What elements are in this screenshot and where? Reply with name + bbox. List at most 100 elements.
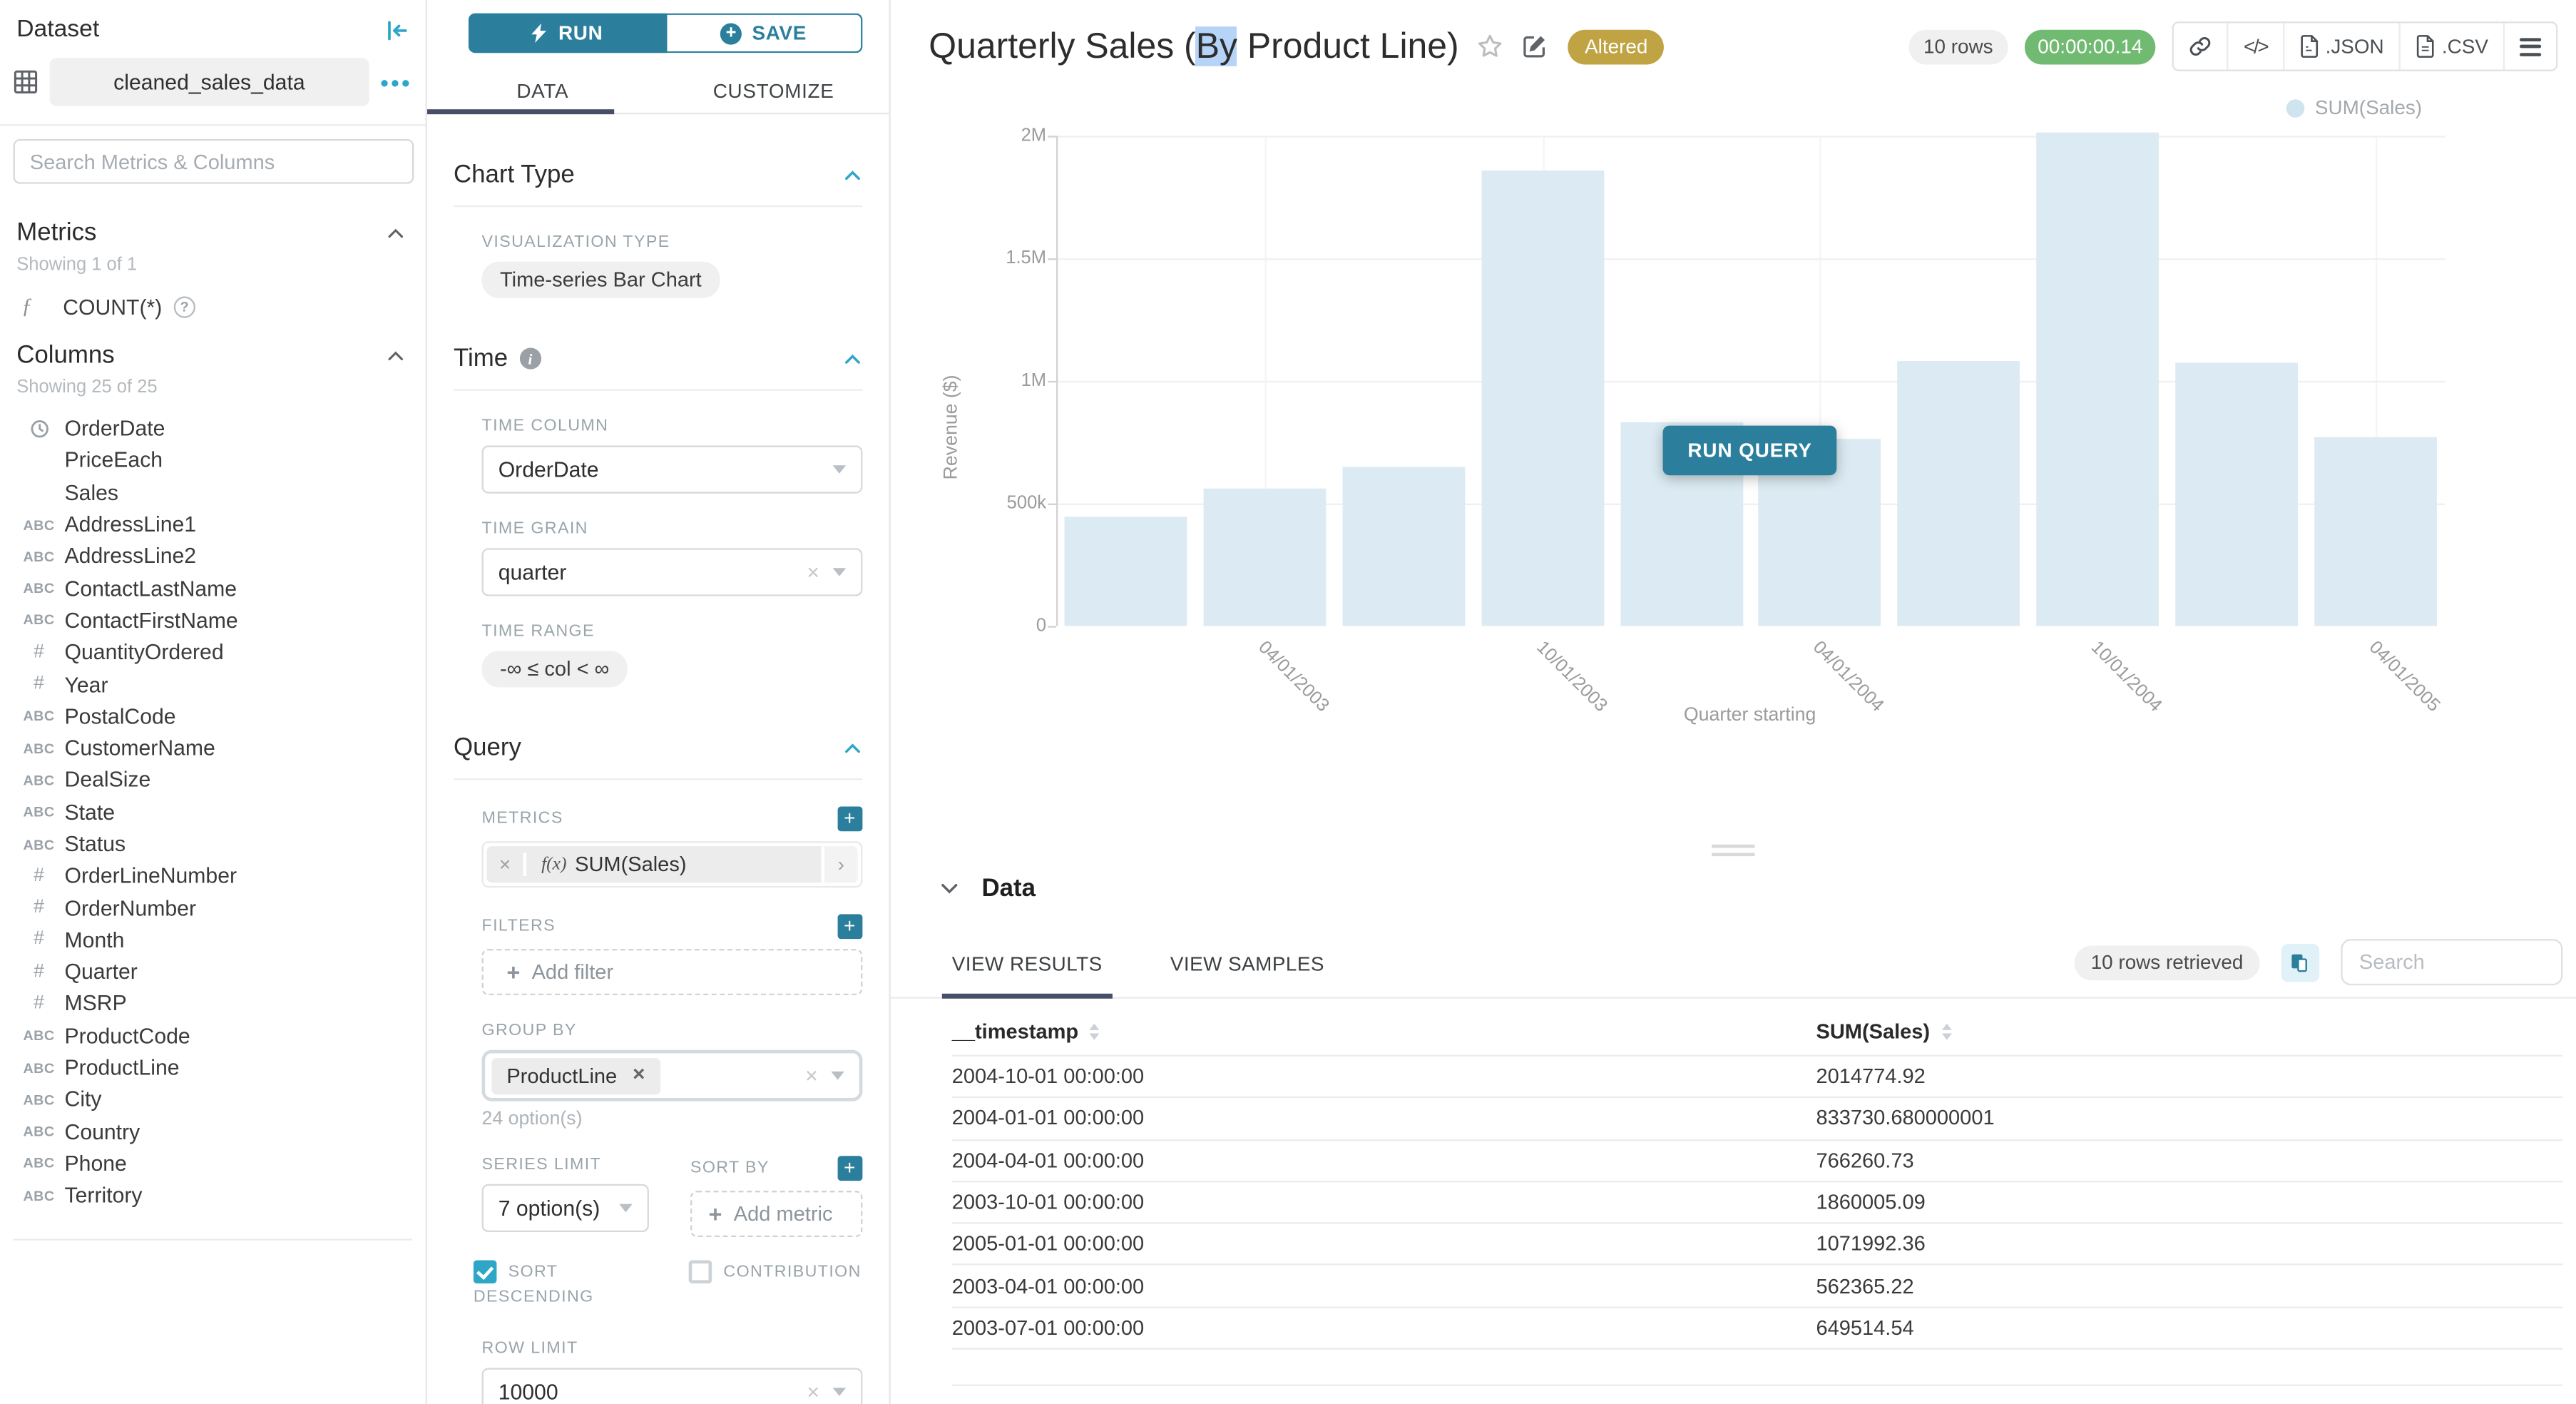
run-button[interactable]: RUN: [469, 14, 666, 54]
text-type-icon: ABC: [14, 835, 65, 852]
cell-timestamp: 2004-04-01 00:00:00: [952, 1149, 1816, 1171]
column-item[interactable]: ABCTerritory: [0, 1179, 426, 1211]
collapse-panel-icon[interactable]: [384, 17, 409, 42]
column-item[interactable]: ABCPostalCode: [0, 700, 426, 732]
copy-data-button[interactable]: [2281, 943, 2319, 981]
column-item[interactable]: ABCState: [0, 796, 426, 828]
search-metrics-columns-input[interactable]: [14, 139, 414, 184]
column-item[interactable]: #Month: [0, 924, 426, 956]
column-item[interactable]: #OrderLineNumber: [0, 860, 426, 892]
column-header-timestamp[interactable]: __timestamp: [952, 1020, 1816, 1043]
tab-view-results[interactable]: VIEW RESULTS: [952, 942, 1103, 997]
section-collapse-icon[interactable]: [843, 165, 863, 185]
metric-item[interactable]: ƒ COUNT(*) ?: [0, 275, 426, 320]
export-csv-button[interactable]: .CSV: [2399, 23, 2503, 69]
tab-data[interactable]: DATA: [427, 74, 658, 112]
column-item[interactable]: ABCContactFirstName: [0, 604, 426, 636]
dataset-more-icon[interactable]: •••: [380, 73, 412, 90]
columns-collapse-icon[interactable]: [386, 345, 406, 365]
tab-customize[interactable]: CUSTOMIZE: [658, 74, 889, 112]
chart-canvas: SUM(Sales) Revenue ($) 0500k1M1.5M2M04/0…: [891, 89, 2576, 841]
favorite-star-icon[interactable]: [1476, 31, 1506, 61]
contribution-checkbox[interactable]: [689, 1261, 712, 1283]
text-type-icon: ABC: [14, 1059, 65, 1076]
group-by-select[interactable]: ProductLine ✕ ×: [481, 1050, 862, 1102]
column-item[interactable]: #MSRP: [0, 987, 426, 1019]
dataset-name[interactable]: cleaned_sales_data: [50, 58, 369, 106]
add-filter-button[interactable]: +: [838, 914, 863, 939]
edit-title-icon[interactable]: [1522, 33, 1548, 59]
metric-chip[interactable]: × f(x) SUM(Sales) ›: [486, 846, 857, 882]
column-item[interactable]: ABCCustomerName: [0, 732, 426, 764]
table-row: 2004-01-01 00:00:00833730.680000001: [952, 1097, 2563, 1139]
bar[interactable]: [1898, 360, 2020, 626]
column-item[interactable]: ABCProductLine: [0, 1052, 426, 1084]
column-item[interactable]: OrderDate: [0, 412, 426, 444]
bar[interactable]: [1342, 467, 1465, 626]
column-item[interactable]: ABCStatus: [0, 828, 426, 860]
column-item[interactable]: #OrderNumber: [0, 892, 426, 924]
export-json-button[interactable]: .JSON: [2282, 23, 2398, 69]
clear-icon[interactable]: ×: [805, 1067, 818, 1084]
section-collapse-icon[interactable]: [843, 349, 863, 369]
chart-menu-button[interactable]: [2503, 23, 2556, 69]
column-item[interactable]: ABCCountry: [0, 1115, 426, 1147]
chevron-down-icon: [619, 1204, 633, 1213]
visualization-type-value[interactable]: Time-series Bar Chart: [481, 262, 720, 298]
data-panel-collapse-icon[interactable]: [939, 878, 960, 899]
series-limit-select[interactable]: 7 option(s): [481, 1184, 648, 1232]
copy-link-button[interactable]: [2174, 23, 2227, 69]
chevron-down-icon: [831, 1072, 844, 1080]
remove-chip-icon[interactable]: ✕: [632, 1067, 645, 1085]
metrics-collapse-icon[interactable]: [386, 223, 406, 243]
column-item[interactable]: ABCAddressLine2: [0, 540, 426, 572]
number-type-icon: #: [14, 962, 65, 982]
column-item[interactable]: ABCAddressLine1: [0, 508, 426, 540]
column-item-label: OrderDate: [65, 416, 165, 441]
time-range-label: TIME RANGE: [481, 623, 862, 641]
bar[interactable]: [1203, 488, 1326, 626]
bar[interactable]: [2176, 363, 2299, 626]
tab-view-samples[interactable]: VIEW SAMPLES: [1170, 942, 1324, 997]
clear-icon[interactable]: ×: [807, 564, 819, 580]
chevron-right-icon[interactable]: ›: [821, 846, 857, 882]
add-filter-dropzone[interactable]: + Add filter: [481, 949, 862, 995]
column-item[interactable]: #Year: [0, 668, 426, 700]
column-item[interactable]: ABCPhone: [0, 1147, 426, 1179]
add-metric-button[interactable]: +: [838, 806, 863, 831]
bar[interactable]: [1481, 170, 1604, 626]
chart-legend[interactable]: SUM(Sales): [2286, 96, 2422, 119]
time-range-value[interactable]: -∞ ≤ col < ∞: [481, 651, 627, 687]
column-item[interactable]: ABCDealSize: [0, 764, 426, 796]
time-grain-select[interactable]: quarter ×: [481, 548, 862, 596]
bar[interactable]: [1064, 517, 1187, 626]
save-button[interactable]: + SAVE: [666, 14, 862, 54]
add-sort-metric-button[interactable]: +: [838, 1156, 863, 1181]
column-item[interactable]: PriceEach: [0, 444, 426, 477]
section-collapse-icon[interactable]: [843, 738, 863, 758]
results-search-input[interactable]: [2341, 939, 2562, 985]
column-item[interactable]: ABCProductCode: [0, 1019, 426, 1052]
column-item[interactable]: Sales: [0, 477, 426, 509]
row-limit-select[interactable]: 10000 ×: [481, 1368, 862, 1404]
sort-descending-checkbox[interactable]: [474, 1261, 496, 1283]
gridline: [1056, 258, 2445, 260]
embed-code-button[interactable]: </>: [2227, 23, 2282, 69]
resize-handle[interactable]: [1712, 845, 1754, 856]
column-item[interactable]: #Quarter: [0, 955, 426, 987]
group-by-chip[interactable]: ProductLine ✕: [491, 1057, 660, 1094]
altered-badge[interactable]: Altered: [1568, 29, 1665, 64]
column-item-label: State: [65, 799, 115, 824]
run-query-button[interactable]: RUN QUERY: [1663, 426, 1837, 476]
bar[interactable]: [2314, 437, 2437, 626]
bar[interactable]: [2037, 132, 2160, 626]
remove-metric-icon[interactable]: ×: [486, 853, 526, 875]
add-sort-metric-dropzone[interactable]: + Add metric: [690, 1191, 862, 1237]
column-item[interactable]: ABCCity: [0, 1084, 426, 1116]
time-column-select[interactable]: OrderDate: [481, 445, 862, 493]
column-header-sum-sales[interactable]: SUM(Sales): [1816, 1020, 2562, 1043]
cell-sum-sales: 1071992.36: [1816, 1233, 2562, 1256]
column-item[interactable]: ABCContactLastName: [0, 572, 426, 604]
clear-icon[interactable]: ×: [807, 1383, 819, 1400]
column-item[interactable]: #QuantityOrdered: [0, 636, 426, 668]
